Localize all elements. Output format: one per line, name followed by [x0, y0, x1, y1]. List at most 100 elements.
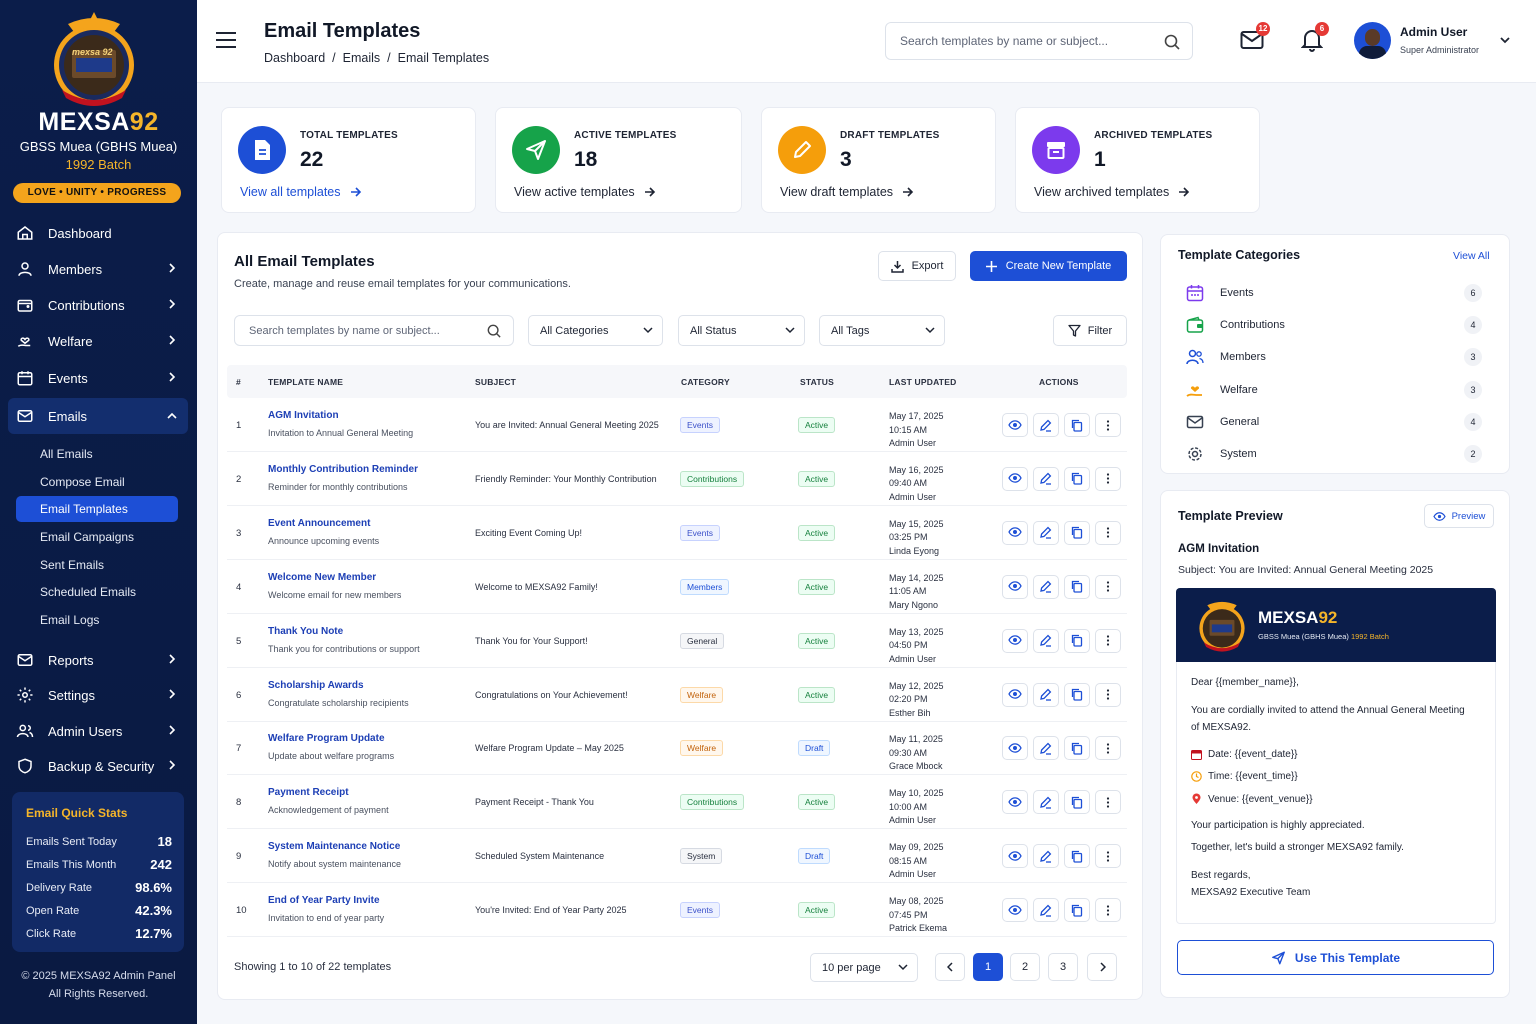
- edit-button[interactable]: [1033, 574, 1059, 599]
- filter-button[interactable]: Filter: [1053, 315, 1127, 346]
- template-name-link[interactable]: Welfare Program Update: [268, 733, 385, 744]
- table-row[interactable]: [227, 883, 1127, 938]
- header-search-input[interactable]: Search templates by name or subject...: [885, 22, 1193, 60]
- edit-button[interactable]: [1033, 736, 1059, 761]
- category-item[interactable]: Members 3: [1186, 345, 1486, 369]
- nav-backup-security[interactable]: Backup & Security: [8, 749, 188, 783]
- view-button[interactable]: [1002, 736, 1028, 761]
- view-button[interactable]: [1002, 628, 1028, 653]
- table-row[interactable]: [227, 452, 1127, 506]
- view-button[interactable]: [1002, 844, 1028, 869]
- preview-button[interactable]: Preview: [1424, 504, 1494, 528]
- view-button[interactable]: [1002, 413, 1028, 437]
- messages-button[interactable]: 12: [1240, 22, 1270, 52]
- duplicate-button[interactable]: [1064, 682, 1090, 707]
- template-name-link[interactable]: Event Announcement: [268, 518, 370, 529]
- nav-dashboard[interactable]: Dashboard: [8, 216, 188, 250]
- subnav-scheduled-emails[interactable]: Scheduled Emails: [16, 579, 178, 605]
- edit-button[interactable]: [1033, 466, 1059, 491]
- category-item[interactable]: Events 6: [1186, 281, 1486, 305]
- page-3-button[interactable]: 3: [1048, 953, 1078, 981]
- table-row[interactable]: [227, 560, 1127, 614]
- status-filter-select[interactable]: All Status: [678, 315, 805, 346]
- category-item[interactable]: Welfare 3: [1186, 378, 1486, 402]
- template-name-link[interactable]: AGM Invitation: [268, 410, 339, 421]
- hamburger-menu-icon[interactable]: [216, 32, 236, 48]
- view-button[interactable]: [1002, 520, 1028, 545]
- prev-page-button[interactable]: [935, 953, 965, 981]
- use-template-button[interactable]: Use This Template: [1177, 940, 1494, 975]
- view-button[interactable]: [1002, 898, 1028, 923]
- duplicate-button[interactable]: [1064, 790, 1090, 815]
- table-row[interactable]: [227, 668, 1127, 722]
- nav-reports[interactable]: Reports: [8, 643, 188, 677]
- edit-button[interactable]: [1033, 682, 1059, 707]
- edit-button[interactable]: [1033, 520, 1059, 545]
- view-button[interactable]: [1002, 790, 1028, 815]
- search-icon[interactable]: [487, 324, 501, 338]
- edit-button[interactable]: [1033, 413, 1059, 437]
- table-row[interactable]: [227, 506, 1127, 560]
- subnav-sent-emails[interactable]: Sent Emails: [16, 552, 178, 578]
- edit-button[interactable]: [1033, 628, 1059, 653]
- more-options-button[interactable]: [1095, 628, 1121, 653]
- duplicate-button[interactable]: [1064, 844, 1090, 869]
- duplicate-button[interactable]: [1064, 736, 1090, 761]
- template-name-link[interactable]: System Maintenance Notice: [268, 841, 400, 852]
- more-options-button[interactable]: [1095, 413, 1121, 437]
- table-row[interactable]: [227, 614, 1127, 668]
- nav-events[interactable]: Events: [8, 361, 188, 395]
- more-options-button[interactable]: [1095, 736, 1121, 761]
- view-all-templates-link[interactable]: View all templates: [240, 185, 362, 199]
- edit-button[interactable]: [1033, 844, 1059, 869]
- template-name-link[interactable]: Payment Receipt: [268, 787, 349, 798]
- more-options-button[interactable]: [1095, 790, 1121, 815]
- more-options-button[interactable]: [1095, 844, 1121, 869]
- category-filter-select[interactable]: All Categories: [528, 315, 663, 346]
- template-name-link[interactable]: Thank You Note: [268, 626, 343, 637]
- nav-members[interactable]: Members: [8, 252, 188, 286]
- breadcrumb-dashboard[interactable]: Dashboard: [264, 51, 325, 65]
- more-options-button[interactable]: [1095, 466, 1121, 491]
- view-button[interactable]: [1002, 466, 1028, 491]
- edit-button[interactable]: [1033, 898, 1059, 923]
- nav-emails[interactable]: Emails: [8, 398, 188, 434]
- more-options-button[interactable]: [1095, 898, 1121, 923]
- duplicate-button[interactable]: [1064, 628, 1090, 653]
- template-search-input[interactable]: Search templates by name or subject...: [234, 315, 514, 346]
- category-item[interactable]: Contributions 4: [1186, 313, 1486, 337]
- template-name-link[interactable]: Monthly Contribution Reminder: [268, 464, 418, 475]
- nav-contributions[interactable]: Contributions: [8, 288, 188, 322]
- duplicate-button[interactable]: [1064, 466, 1090, 491]
- view-active-templates-link[interactable]: View active templates: [514, 185, 656, 199]
- tags-filter-select[interactable]: All Tags: [819, 315, 945, 346]
- duplicate-button[interactable]: [1064, 520, 1090, 545]
- template-name-link[interactable]: Scholarship Awards: [268, 680, 364, 691]
- table-row[interactable]: [227, 721, 1127, 776]
- per-page-select[interactable]: 10 per page: [810, 953, 918, 982]
- view-draft-templates-link[interactable]: View draft templates: [780, 185, 914, 199]
- avatar[interactable]: [1354, 22, 1391, 59]
- subnav-email-templates[interactable]: Email Templates: [16, 496, 178, 522]
- create-template-button[interactable]: Create New Template: [970, 251, 1127, 281]
- search-icon[interactable]: [1164, 34, 1180, 50]
- chevron-down-icon[interactable]: [1499, 36, 1511, 44]
- export-button[interactable]: Export: [878, 251, 956, 281]
- more-options-button[interactable]: [1095, 574, 1121, 599]
- template-name-link[interactable]: End of Year Party Invite: [268, 895, 380, 906]
- nav-welfare[interactable]: Welfare: [8, 324, 188, 358]
- more-options-button[interactable]: [1095, 520, 1121, 545]
- more-options-button[interactable]: [1095, 682, 1121, 707]
- view-all-categories-link[interactable]: View All: [1453, 250, 1490, 262]
- duplicate-button[interactable]: [1064, 898, 1090, 923]
- template-name-link[interactable]: Welcome New Member: [268, 572, 376, 583]
- view-archived-templates-link[interactable]: View archived templates: [1034, 185, 1190, 199]
- category-item[interactable]: General 4: [1186, 410, 1486, 434]
- notifications-button[interactable]: 6: [1300, 22, 1329, 52]
- subnav-compose-email[interactable]: Compose Email: [16, 469, 178, 495]
- table-row[interactable]: [227, 829, 1127, 884]
- duplicate-button[interactable]: [1064, 413, 1090, 437]
- table-row[interactable]: [227, 775, 1127, 830]
- page-1-button[interactable]: 1: [973, 953, 1003, 981]
- next-page-button[interactable]: [1087, 953, 1117, 981]
